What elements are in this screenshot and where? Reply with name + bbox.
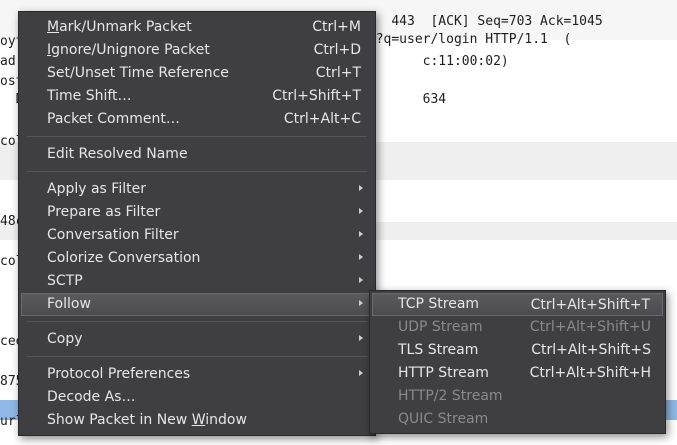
- submenu-item-udp-stream[interactable]: UDP Stream Ctrl+Alt+Shift+U: [372, 316, 663, 339]
- submenu-arrow-icon: [359, 370, 363, 376]
- menu-item-copy[interactable]: Copy: [21, 328, 373, 351]
- submenu-arrow-icon: [359, 254, 363, 260]
- menu-item-label: TLS Stream: [398, 342, 479, 358]
- submenu-arrow-icon: [359, 185, 363, 191]
- submenu-arrow-icon: [359, 231, 363, 237]
- submenu-item-quic-stream[interactable]: QUIC Stream: [372, 408, 663, 431]
- menu-item-label: HTTP/2 Stream: [398, 388, 503, 404]
- menu-item-label: SCTP: [47, 273, 83, 289]
- menu-separator: [27, 136, 367, 137]
- menu-item-label: TCP Stream: [398, 296, 480, 312]
- menu-item-prepare-as-filter[interactable]: Prepare as Filter: [21, 201, 373, 224]
- menu-item-shortcut: Ctrl+Alt+C: [283, 111, 361, 127]
- menu-item-label: Prepare as Filter: [47, 204, 161, 220]
- menu-item-label: Ignore/Unignore Packet: [47, 42, 210, 58]
- menu-item-label: Conversation Filter: [47, 227, 179, 243]
- menu-item-edit-resolved-name[interactable]: Edit Resolved Name: [21, 143, 373, 166]
- submenu-arrow-icon: [359, 208, 363, 214]
- menu-item-label: Set/Unset Time Reference: [47, 65, 229, 81]
- menu-item-shortcut: Ctrl+D: [313, 42, 361, 58]
- menu-item-label: Follow: [47, 296, 91, 312]
- menu-separator: [27, 171, 367, 172]
- menu-item-label: Apply as Filter: [47, 181, 146, 197]
- menu-item-follow[interactable]: Follow: [21, 293, 373, 316]
- menu-item-label: Edit Resolved Name: [47, 146, 188, 162]
- menu-item-shortcut: Ctrl+Alt+Shift+S: [531, 342, 651, 358]
- menu-item-label: Show Packet in New Window: [47, 412, 247, 428]
- submenu-item-tls-stream[interactable]: TLS Stream Ctrl+Alt+Shift+S: [372, 339, 663, 362]
- menu-item-label: Colorize Conversation: [47, 250, 201, 266]
- submenu-item-http2-stream[interactable]: HTTP/2 Stream: [372, 385, 663, 408]
- submenu-item-tcp-stream[interactable]: TCP Stream Ctrl+Alt+Shift+T: [372, 293, 663, 316]
- menu-item-shortcut: Ctrl+Alt+Shift+H: [529, 365, 651, 381]
- menu-item-protocol-preferences[interactable]: Protocol Preferences: [21, 363, 373, 386]
- menu-separator: [27, 321, 367, 322]
- menu-item-time-shift[interactable]: Time Shift… Ctrl+Shift+T: [21, 85, 373, 108]
- menu-item-mark-packet[interactable]: Mark/Unmark Packet Ctrl+M: [21, 16, 373, 39]
- menu-item-label: Mark/Unmark Packet: [47, 19, 192, 35]
- menu-item-show-packet-new-window[interactable]: Show Packet in New Window: [21, 409, 373, 432]
- menu-item-shortcut: Ctrl+Shift+T: [272, 88, 361, 104]
- submenu-arrow-icon: [359, 335, 363, 341]
- menu-item-sctp[interactable]: SCTP: [21, 270, 373, 293]
- menu-item-label: HTTP Stream: [398, 365, 489, 381]
- menu-item-time-reference[interactable]: Set/Unset Time Reference Ctrl+T: [21, 62, 373, 85]
- menu-item-colorize-conversation[interactable]: Colorize Conversation: [21, 247, 373, 270]
- submenu-arrow-icon: [359, 300, 363, 306]
- menu-item-shortcut: Ctrl+Alt+Shift+T: [530, 297, 650, 313]
- menu-item-apply-as-filter[interactable]: Apply as Filter: [21, 178, 373, 201]
- submenu-item-http-stream[interactable]: HTTP Stream Ctrl+Alt+Shift+H: [372, 362, 663, 385]
- menu-separator: [27, 356, 367, 357]
- menu-item-decode-as[interactable]: Decode As…: [21, 386, 373, 409]
- packet-context-menu: Mark/Unmark Packet Ctrl+M Ignore/Unignor…: [18, 11, 376, 436]
- menu-item-shortcut: Ctrl+M: [312, 19, 361, 35]
- menu-item-label: Copy: [47, 331, 83, 347]
- follow-submenu: TCP Stream Ctrl+Alt+Shift+T UDP Stream C…: [369, 290, 666, 434]
- menu-item-label: Decode As…: [47, 389, 136, 405]
- menu-item-shortcut: Ctrl+Alt+Shift+U: [529, 319, 651, 335]
- menu-item-conversation-filter[interactable]: Conversation Filter: [21, 224, 373, 247]
- menu-item-shortcut: Ctrl+T: [315, 65, 361, 81]
- menu-item-label: QUIC Stream: [398, 411, 489, 427]
- submenu-arrow-icon: [359, 277, 363, 283]
- menu-item-ignore-packet[interactable]: Ignore/Unignore Packet Ctrl+D: [21, 39, 373, 62]
- menu-item-label: Packet Comment…: [47, 111, 180, 127]
- menu-item-label: Time Shift…: [47, 88, 132, 104]
- menu-item-packet-comment[interactable]: Packet Comment… Ctrl+Alt+C: [21, 108, 373, 131]
- menu-item-label: Protocol Preferences: [47, 366, 191, 382]
- menu-item-label: UDP Stream: [398, 319, 483, 335]
